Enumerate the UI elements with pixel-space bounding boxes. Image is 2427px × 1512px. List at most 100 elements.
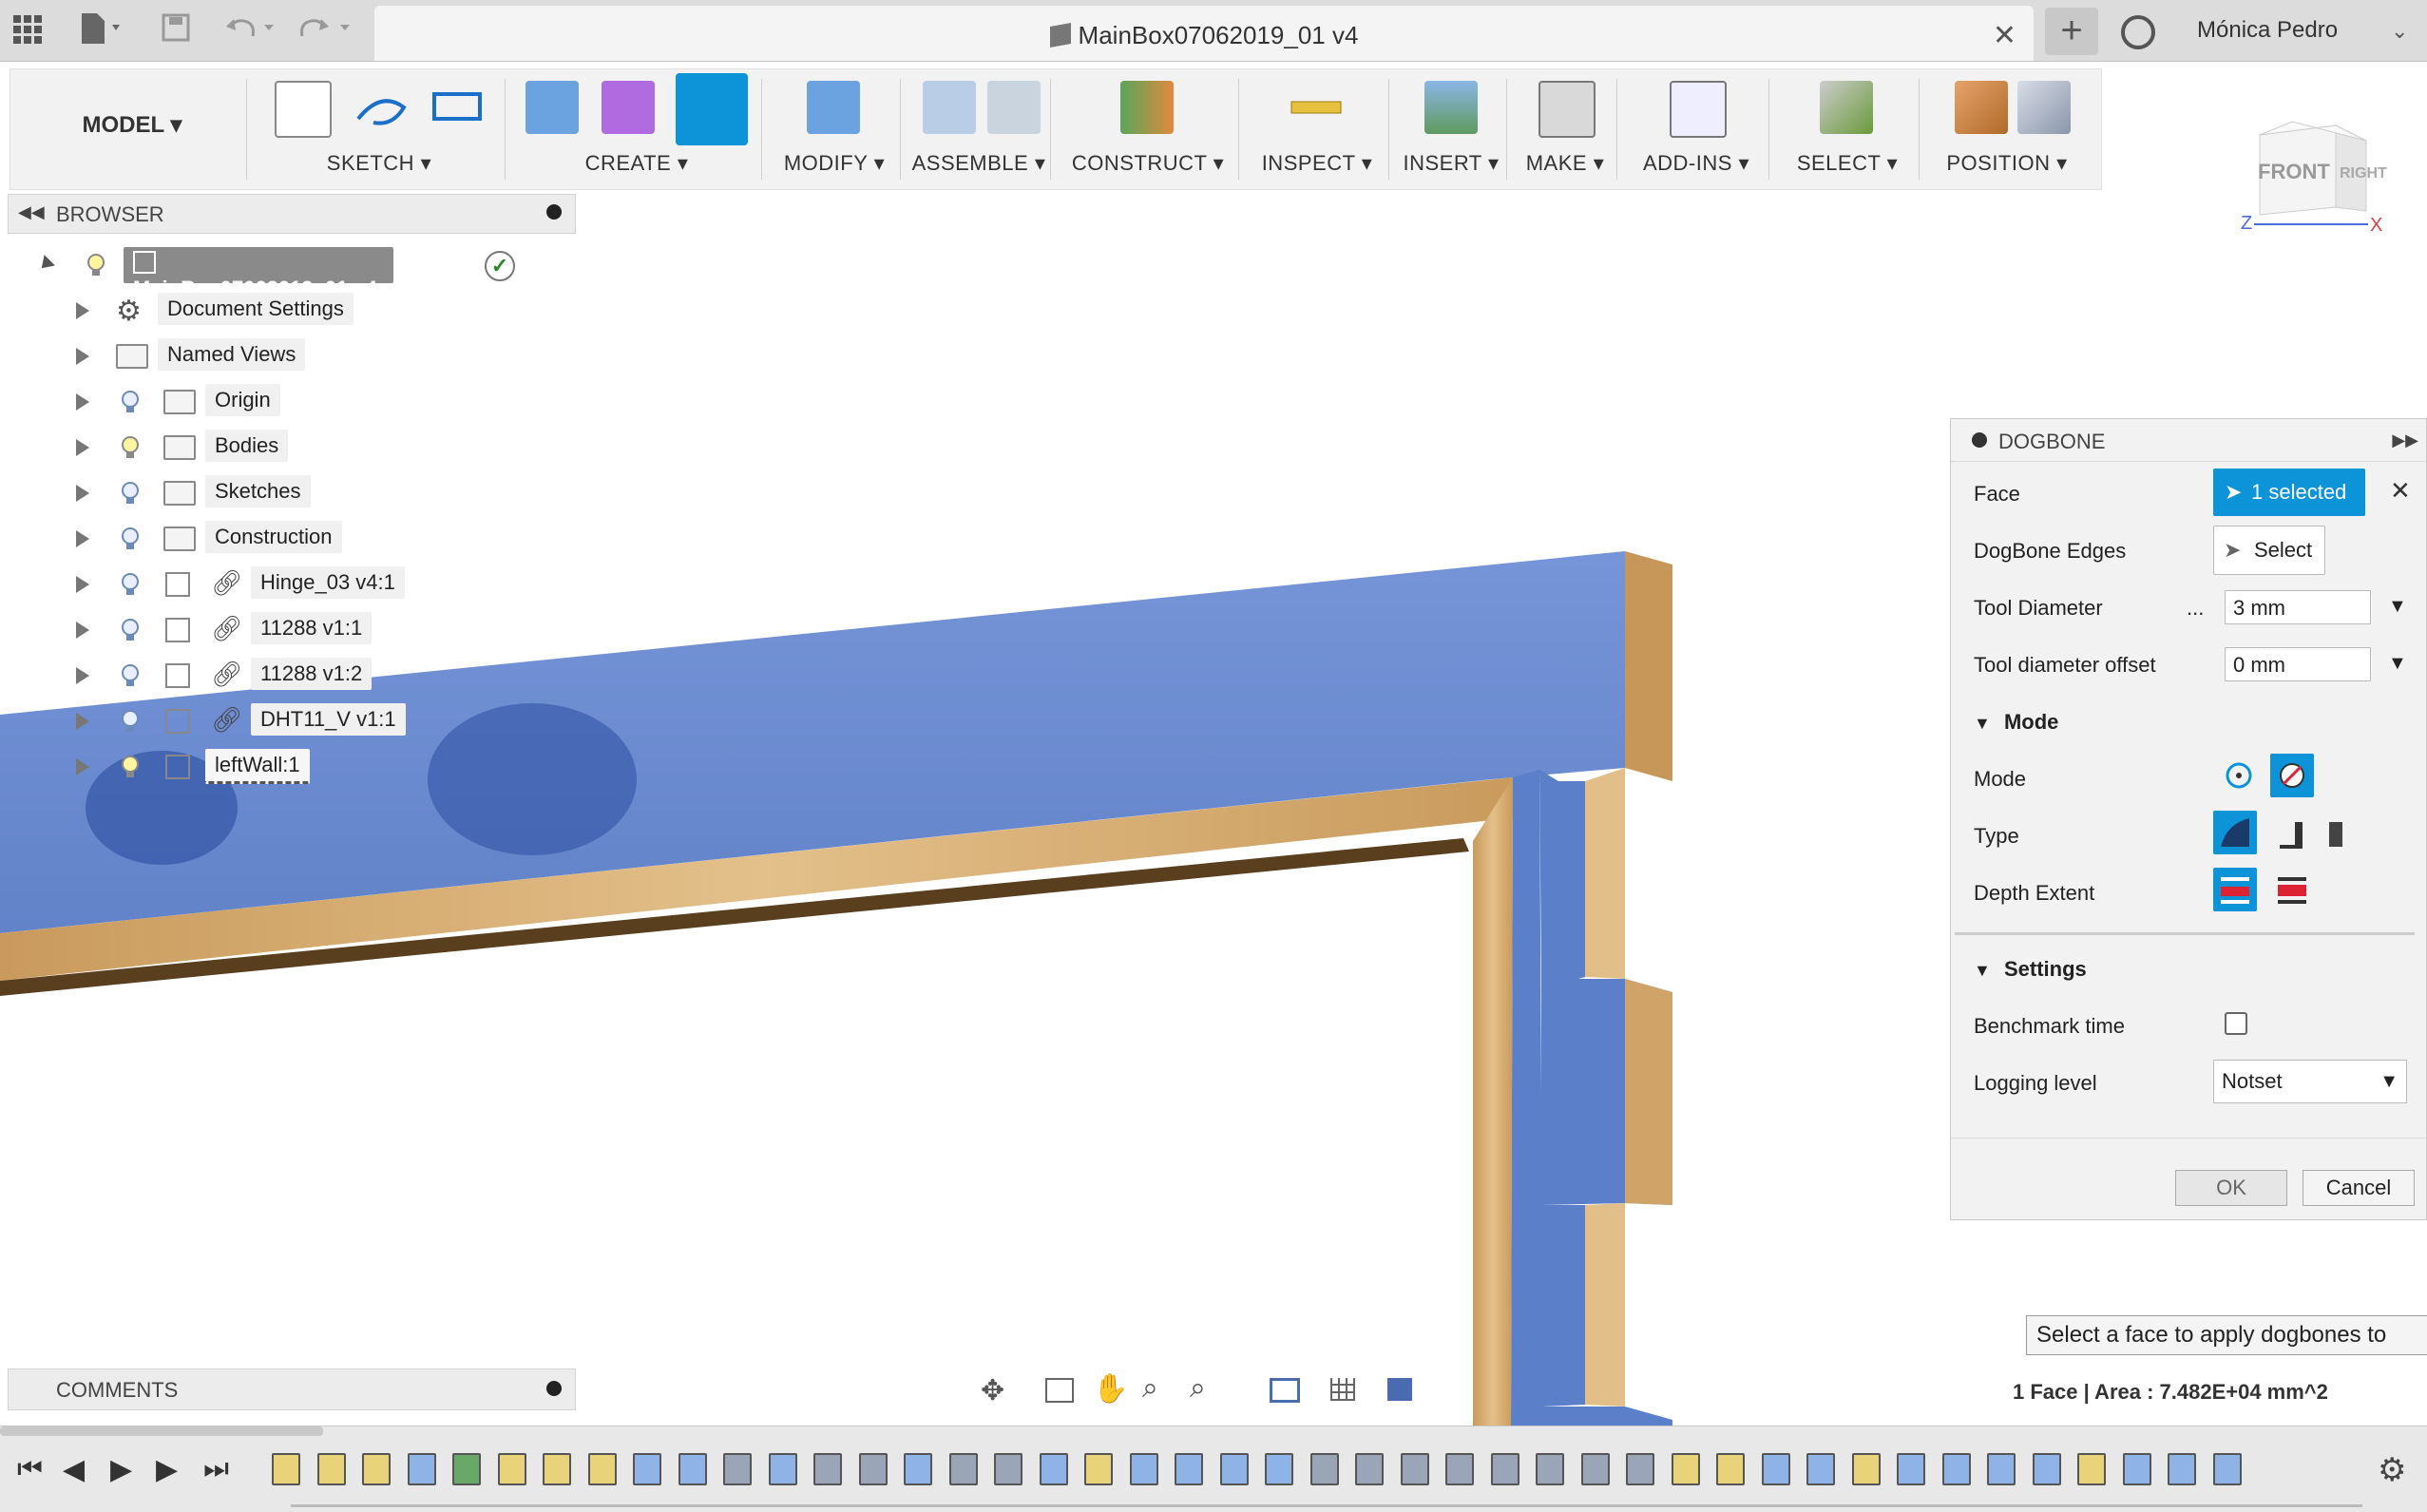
browser-item-sketches[interactable]: Sketches [76,475,456,511]
browser-header[interactable]: ◀◀ BROWSER [8,194,576,234]
browser-item-origin[interactable]: Origin [76,384,456,420]
3d-print-icon[interactable] [1538,81,1596,138]
toolbar-group-sketch[interactable]: SKETCH ▾ [254,69,505,189]
browser-minimize-icon[interactable] [546,204,562,220]
expand-arrow-icon[interactable] [76,439,89,456]
expand-arrow-icon[interactable] [76,530,89,547]
timeline-sketch-icon[interactable] [587,1453,617,1485]
toolbar-group-create[interactable]: CREATE ▾ [512,69,761,189]
toolbar-group-position[interactable]: POSITION ▾ [1926,69,2088,189]
browser-item-11288-2[interactable]: 🔗︎ 11288 v1:2 [76,658,456,694]
timeline-move-icon[interactable] [1309,1453,1339,1485]
timeline-extrude-icon[interactable] [1806,1453,1835,1485]
timeline-extrude-icon[interactable] [2212,1453,2242,1485]
insert-image-icon[interactable] [1424,81,1478,134]
extrude-icon[interactable] [526,81,579,134]
viewcube-right-label[interactable]: RIGHT [2340,165,2387,182]
type-normal-icon[interactable] [2213,811,2257,854]
revert-position-icon[interactable] [2017,81,2071,134]
timeline-move-icon[interactable] [1355,1453,1384,1485]
browser-item-left-wall[interactable]: leftWall:1 [76,749,456,785]
undo-icon[interactable] [224,13,281,42]
visibility-bulb-icon[interactable] [120,663,141,688]
scripts-icon[interactable] [1670,81,1727,138]
timeline-sketch-icon[interactable] [362,1453,391,1485]
timeline-move-icon[interactable] [1580,1453,1610,1485]
timeline-sketch-icon[interactable] [2077,1453,2106,1485]
timeline-sketch-icon[interactable] [1716,1453,1745,1485]
benchmark-checkbox[interactable] [2225,1012,2247,1035]
offset-plane-icon[interactable] [1120,81,1174,134]
timeline-settings-icon[interactable]: ⚙ [2378,1451,2406,1489]
timeline-scrollbar[interactable] [0,1426,323,1436]
viewcube-front-label[interactable]: FRONT [2258,160,2330,184]
zoom-icon[interactable]: ⌕ [1142,1372,1158,1405]
clear-selection-icon[interactable]: ✕ [2390,476,2411,506]
go-to-start-icon[interactable]: ⏮ [17,1453,43,1485]
timeline-move-icon[interactable] [1445,1453,1474,1485]
play-icon[interactable]: ▶ [110,1453,132,1486]
file-icon[interactable] [78,11,125,46]
expand-arrow-icon[interactable] [76,485,89,502]
edges-select-button[interactable]: ➤ Select [2213,526,2325,575]
mode-minimal-icon[interactable] [2270,754,2314,797]
timeline-move-icon[interactable] [813,1453,842,1485]
timeline-sketch-icon[interactable] [543,1453,571,1485]
timeline-extrude-icon[interactable] [407,1453,436,1485]
timeline-move-icon[interactable] [858,1453,888,1485]
display-settings-icon[interactable] [1270,1378,1300,1403]
look-at-icon[interactable] [1045,1378,1074,1403]
timeline-extrude-icon[interactable] [2168,1453,2196,1485]
step-back-icon[interactable]: ◀ [63,1453,85,1486]
browser-item-bodies[interactable]: Bodies [76,430,456,466]
timeline-move-icon[interactable] [1626,1453,1654,1485]
visibility-bulb-icon[interactable] [120,435,141,460]
timeline-extrude-icon[interactable] [1761,1453,1790,1485]
timeline-sketch-icon[interactable] [1671,1453,1700,1485]
depth-full-icon[interactable] [2213,868,2257,911]
joint-icon[interactable] [987,81,1041,134]
timeline-sketch-icon[interactable] [497,1453,526,1485]
orbit-icon[interactable]: ✥ [981,1374,1004,1407]
timeline-extrude-icon[interactable] [633,1453,661,1485]
visibility-bulb-icon[interactable] [86,253,106,278]
toolbar-group-inspect[interactable]: INSPECT ▾ [1246,69,1388,189]
grid-settings-icon[interactable] [1330,1378,1355,1401]
toolbar-group-assemble[interactable]: ASSEMBLE ▾ [908,69,1050,189]
timeline-extrude-icon[interactable] [768,1453,797,1485]
new-component-icon[interactable] [923,81,976,134]
expand-arrow-icon[interactable] [76,713,89,730]
timeline-move-icon[interactable] [1400,1453,1429,1485]
expand-arrow-icon[interactable] [76,302,89,319]
expand-arrow-icon[interactable] [76,667,89,684]
timeline-move-icon[interactable] [948,1453,978,1485]
user-name[interactable]: Mónica Pedro [2197,17,2338,44]
visibility-bulb-icon[interactable] [120,572,141,597]
capture-position-icon[interactable] [1955,81,2008,134]
job-status-icon[interactable] [2121,15,2155,49]
help-chevron-icon[interactable]: ⌄ [2391,19,2408,44]
add-comment-icon[interactable] [546,1381,562,1396]
timeline-extrude-icon[interactable] [1039,1453,1068,1485]
toolbar-group-make[interactable]: MAKE ▾ [1514,69,1616,189]
save-icon[interactable] [162,13,190,42]
timeline-sketch-icon[interactable] [316,1453,346,1485]
pan-icon[interactable]: ✋ [1093,1372,1128,1406]
step-forward-icon[interactable]: ▶ [156,1453,178,1486]
viewcube[interactable]: FRONT RIGHT Z X [2241,116,2387,236]
expand-arrow-icon[interactable] [76,758,89,775]
measure-icon[interactable] [1290,81,1343,134]
timeline-move-icon[interactable] [994,1453,1022,1485]
toolbar-group-select[interactable]: SELECT ▾ [1776,69,1919,189]
visibility-bulb-icon[interactable] [120,390,141,414]
browser-item-hinge[interactable]: 🔗︎ Hinge_03 v4:1 [76,566,456,603]
go-to-end-icon[interactable]: ⏭ [203,1453,229,1485]
mode-section-header[interactable]: ▼ Mode [1974,710,2058,735]
browser-item-named-views[interactable]: Named Views [76,338,456,374]
tool-offset-dropdown-icon[interactable]: ▼ [2388,653,2407,675]
timeline-extrude-icon[interactable] [1897,1453,1925,1485]
panel-header[interactable]: DOGBONE ▶▶ [1951,419,2426,462]
tool-offset-input[interactable]: 0 mm [2225,647,2371,681]
new-tab-button[interactable]: + [2045,8,2098,55]
comments-panel[interactable]: COMMENTS [8,1368,576,1410]
